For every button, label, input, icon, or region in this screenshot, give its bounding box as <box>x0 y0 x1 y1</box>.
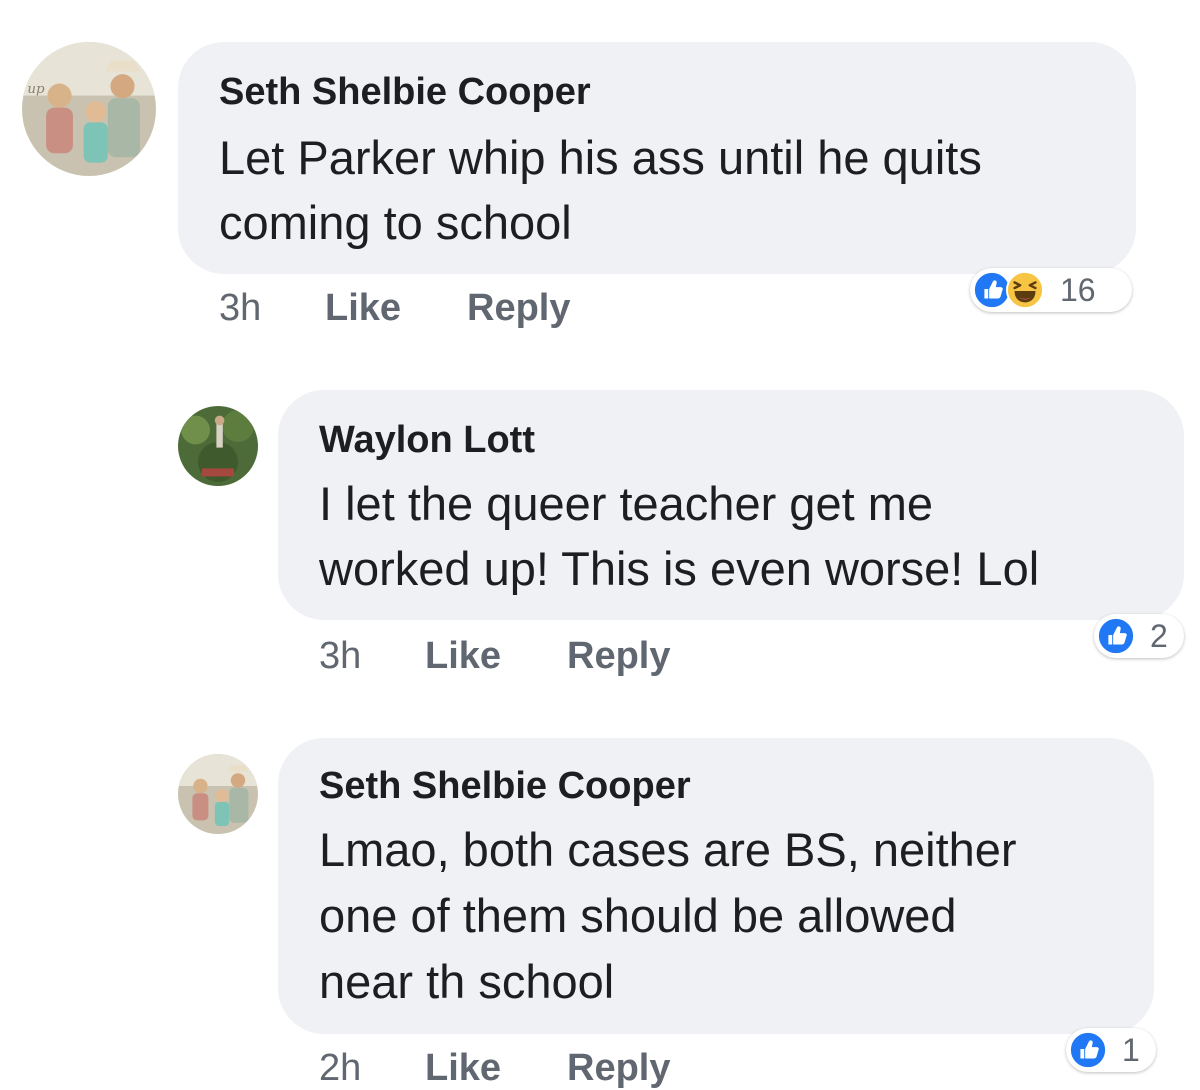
reply-button[interactable]: Reply <box>567 1046 670 1090</box>
like-icon <box>1069 1031 1107 1069</box>
comment-text-line: near th school <box>319 955 615 1008</box>
comment-timestamp[interactable]: 2h <box>319 1046 361 1090</box>
reactions-summary[interactable]: 1 <box>1066 1028 1156 1072</box>
comment-author[interactable]: Seth Shelbie Cooper <box>319 764 691 808</box>
reaction-count: 1 <box>1122 1032 1140 1068</box>
comment-text-line: Lmao, both cases are BS, neither <box>319 823 1017 876</box>
avatar[interactable] <box>178 754 258 834</box>
comment-3: Seth Shelbie Cooper Lmao, both cases are… <box>0 0 1200 1089</box>
comment-text-line: one of them should be allowed <box>319 889 957 942</box>
like-button[interactable]: Like <box>425 1046 501 1090</box>
